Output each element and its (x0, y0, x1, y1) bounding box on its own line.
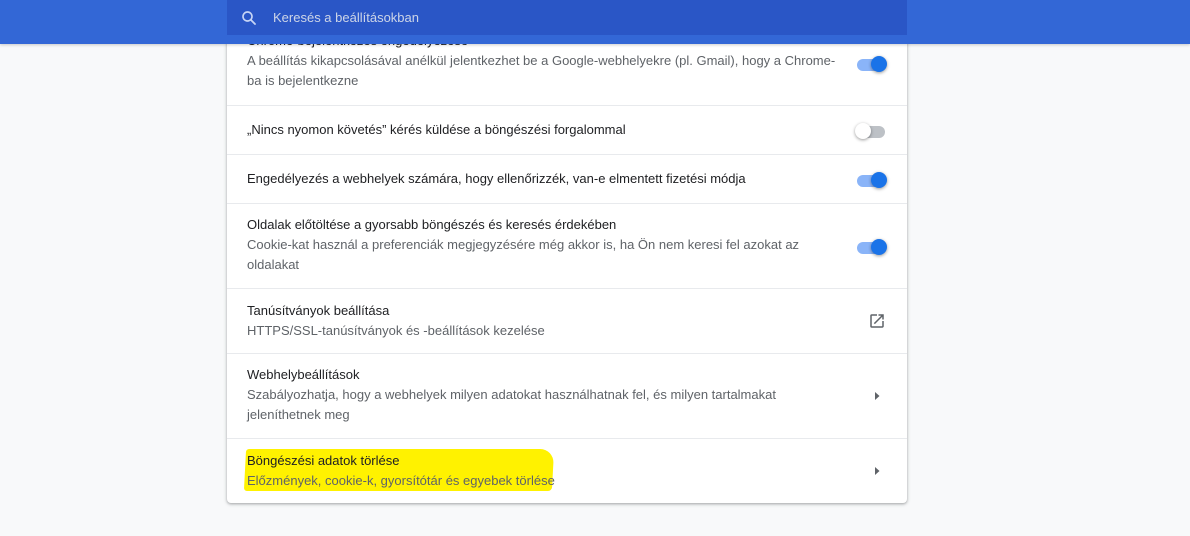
setting-title: Webhelybeállítások (247, 367, 360, 382)
setting-title: „Nincs nyomon követés” kérés küldése a b… (247, 122, 626, 137)
chrome-signin-toggle[interactable] (855, 53, 887, 73)
search-icon[interactable] (239, 8, 259, 28)
settings-card: Chrome-bejelentkezés engedélyezése A beá… (227, 20, 907, 503)
search-box[interactable]: Keresés a beállításokban (227, 0, 907, 35)
external-link-icon[interactable] (867, 311, 887, 331)
setting-title: Engedélyezés a webhelyek számára, hogy e… (247, 171, 746, 186)
setting-description: A beállítás kikapcsolásával anélkül jele… (247, 53, 836, 88)
setting-description: Szabályozhatja, hogy a webhelyek milyen … (247, 387, 776, 422)
toggle-knob (871, 239, 887, 255)
toggle-knob (871, 172, 887, 188)
payment-methods-toggle[interactable] (855, 169, 887, 189)
toggle-knob (871, 56, 887, 72)
preload-pages-toggle[interactable] (855, 236, 887, 256)
setting-row-payment-methods[interactable]: Engedélyezés a webhelyek számára, hogy e… (227, 154, 907, 203)
setting-row-certificates[interactable]: Tanúsítványok beállítása HTTPS/SSL-tanús… (227, 288, 907, 354)
setting-title: Böngészési adatok törlése (247, 453, 400, 468)
arrow-right-icon[interactable] (867, 461, 887, 481)
setting-row-clear-browsing-data[interactable]: Böngészési adatok törlése Előzmények, co… (227, 438, 907, 503)
arrow-right-icon[interactable] (867, 386, 887, 406)
setting-row-do-not-track[interactable]: „Nincs nyomon követés” kérés küldése a b… (227, 105, 907, 154)
setting-row-site-settings[interactable]: Webhelybeállítások Szabályozhatja, hogy … (227, 353, 907, 439)
toggle-knob (855, 123, 871, 139)
setting-title: Tanúsítványok beállítása (247, 303, 390, 318)
setting-row-preload-pages[interactable]: Oldalak előtöltése a gyorsabb böngészés … (227, 203, 907, 289)
search-placeholder[interactable]: Keresés a beállításokban (273, 10, 419, 25)
setting-description: HTTPS/SSL-tanúsítványok és -beállítások … (247, 323, 545, 338)
setting-description: Előzmények, cookie-k, gyorsítótár és egy… (247, 473, 555, 488)
do-not-track-toggle[interactable] (855, 120, 887, 140)
setting-title: Oldalak előtöltése a gyorsabb böngészés … (247, 217, 617, 232)
setting-description: Cookie-kat használ a preferenciák megjeg… (247, 237, 800, 272)
